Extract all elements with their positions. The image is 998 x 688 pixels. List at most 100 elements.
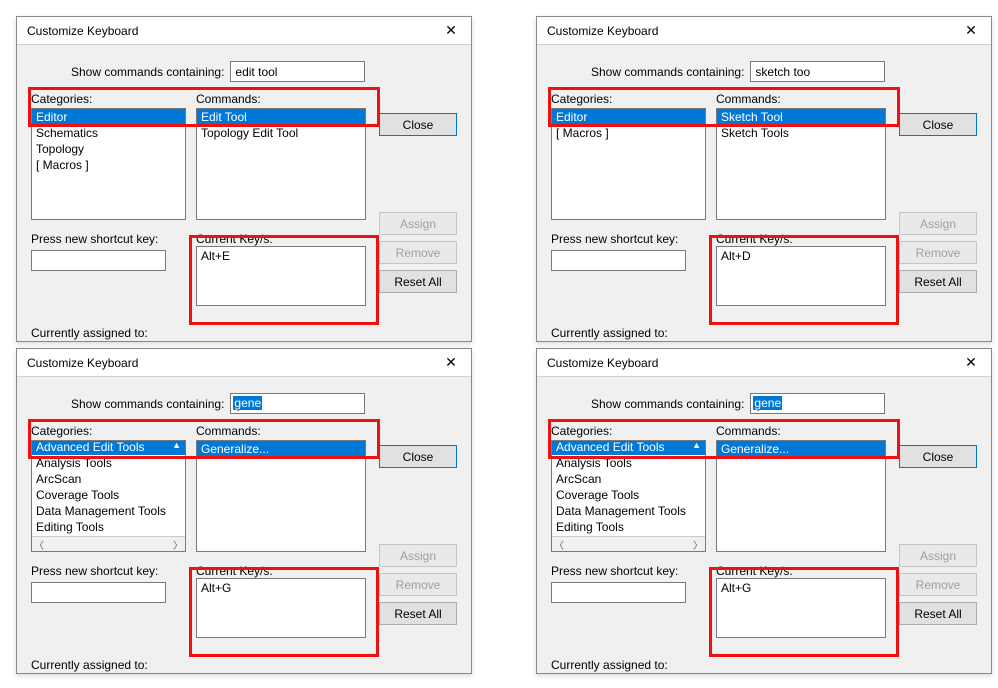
list-item[interactable]: Editor xyxy=(552,109,705,125)
close-icon[interactable]: ✕ xyxy=(951,17,991,45)
dialog-title: Customize Keyboard xyxy=(27,24,138,38)
list-item[interactable]: Schematics xyxy=(32,125,185,141)
list-item[interactable]: Coverage Tools xyxy=(32,487,185,503)
chevron-up-icon: ▲ xyxy=(172,440,181,454)
assign-button[interactable]: Assign xyxy=(379,544,457,567)
filter-input[interactable] xyxy=(230,61,365,82)
close-button[interactable]: Close xyxy=(379,113,457,136)
commands-label: Commands: xyxy=(716,424,886,438)
show-commands-label: Show commands containing: xyxy=(71,65,224,79)
list-item[interactable]: Analysis Tools xyxy=(32,455,185,471)
assigned-to-label: Currently assigned to: xyxy=(31,326,457,340)
list-item[interactable]: Topology xyxy=(32,141,185,157)
shortcut-input[interactable] xyxy=(551,582,686,603)
list-item[interactable]: Generalize... xyxy=(717,441,885,457)
assigned-to-label: Currently assigned to: xyxy=(551,658,977,672)
categories-label: Categories: xyxy=(31,92,186,106)
chevron-right-icon[interactable]: 〉 xyxy=(173,537,183,552)
dialog-title: Customize Keyboard xyxy=(547,356,658,370)
close-button[interactable]: Close xyxy=(379,445,457,468)
list-item[interactable]: Sketch Tools xyxy=(717,125,885,141)
commands-listbox[interactable]: Generalize... xyxy=(196,440,366,552)
shortcut-input[interactable] xyxy=(31,250,166,271)
chevron-left-icon[interactable]: 〈 xyxy=(554,537,564,552)
scrollbar[interactable]: 〈 〉 xyxy=(552,536,705,551)
list-item[interactable]: Editing Tools xyxy=(32,519,185,535)
commands-listbox[interactable]: Edit Tool Topology Edit Tool xyxy=(196,108,366,220)
close-icon[interactable]: ✕ xyxy=(951,349,991,377)
close-button[interactable]: Close xyxy=(899,445,977,468)
titlebar: Customize Keyboard ✕ xyxy=(17,17,471,45)
list-item[interactable]: Editor xyxy=(32,109,185,125)
list-item[interactable]: [ Macros ] xyxy=(552,125,705,141)
current-keys-label: Current Key/s: xyxy=(716,564,886,578)
reset-all-button[interactable]: Reset All xyxy=(379,270,457,293)
categories-listbox[interactable]: Advanced Edit Tools▲ Analysis Tools ArcS… xyxy=(31,440,186,552)
assigned-to-label: Currently assigned to: xyxy=(31,658,457,672)
remove-button[interactable]: Remove xyxy=(899,241,977,264)
current-keys-box[interactable]: Alt+G xyxy=(196,578,366,638)
shortcut-input[interactable] xyxy=(31,582,166,603)
close-button[interactable]: Close xyxy=(899,113,977,136)
list-item[interactable]: Analysis Tools xyxy=(552,455,705,471)
remove-button[interactable]: Remove xyxy=(379,573,457,596)
reset-all-button[interactable]: Reset All xyxy=(899,602,977,625)
remove-button[interactable]: Remove xyxy=(899,573,977,596)
filter-input[interactable] xyxy=(750,61,885,82)
reset-all-button[interactable]: Reset All xyxy=(379,602,457,625)
list-item[interactable]: ArcScan xyxy=(32,471,185,487)
categories-listbox[interactable]: Editor Schematics Topology [ Macros ] xyxy=(31,108,186,220)
current-keys-label: Current Key/s: xyxy=(196,232,366,246)
chevron-left-icon[interactable]: 〈 xyxy=(34,537,44,552)
list-item[interactable]: [ Macros ] xyxy=(32,157,185,173)
commands-label: Commands: xyxy=(196,424,366,438)
press-new-label: Press new shortcut key: xyxy=(31,564,186,578)
titlebar: Customize Keyboard ✕ xyxy=(17,349,471,377)
close-icon[interactable]: ✕ xyxy=(431,349,471,377)
show-commands-label: Show commands containing: xyxy=(591,397,744,411)
categories-label: Categories: xyxy=(551,424,706,438)
commands-listbox[interactable]: Generalize... xyxy=(716,440,886,552)
commands-label: Commands: xyxy=(716,92,886,106)
list-item[interactable]: Topology Edit Tool xyxy=(197,125,365,141)
list-item[interactable]: Advanced Edit Tools▲ xyxy=(552,440,705,455)
list-item[interactable]: Data Management Tools xyxy=(32,503,185,519)
current-keys-label: Current Key/s: xyxy=(196,564,366,578)
dialog-bottom-right: Customize Keyboard ✕ Show commands conta… xyxy=(536,348,992,674)
shortcut-input[interactable] xyxy=(551,250,686,271)
current-keys-box[interactable]: Alt+G xyxy=(716,578,886,638)
chevron-up-icon: ▲ xyxy=(692,440,701,454)
list-item[interactable]: Generalize... xyxy=(197,441,365,457)
show-commands-label: Show commands containing: xyxy=(591,65,744,79)
titlebar: Customize Keyboard ✕ xyxy=(537,17,991,45)
current-key-value: Alt+G xyxy=(201,581,231,595)
list-item[interactable]: Sketch Tool xyxy=(717,109,885,125)
current-keys-box[interactable]: Alt+E xyxy=(196,246,366,306)
list-item[interactable]: ArcScan xyxy=(552,471,705,487)
reset-all-button[interactable]: Reset All xyxy=(899,270,977,293)
categories-listbox[interactable]: Editor [ Macros ] xyxy=(551,108,706,220)
scrollbar[interactable]: 〈 〉 xyxy=(32,536,185,551)
list-item[interactable]: Edit Tool xyxy=(197,109,365,125)
titlebar: Customize Keyboard ✕ xyxy=(537,349,991,377)
categories-label: Categories: xyxy=(31,424,186,438)
commands-listbox[interactable]: Sketch Tool Sketch Tools xyxy=(716,108,886,220)
list-item[interactable]: Coverage Tools xyxy=(552,487,705,503)
list-item[interactable]: Editing Tools xyxy=(552,519,705,535)
categories-listbox[interactable]: Advanced Edit Tools▲ Analysis Tools ArcS… xyxy=(551,440,706,552)
press-new-label: Press new shortcut key: xyxy=(551,564,706,578)
filter-selection: gene xyxy=(753,396,782,410)
assign-button[interactable]: Assign xyxy=(899,544,977,567)
chevron-right-icon[interactable]: 〉 xyxy=(693,537,703,552)
dialog-title: Customize Keyboard xyxy=(27,356,138,370)
list-item[interactable]: Data Management Tools xyxy=(552,503,705,519)
current-keys-box[interactable]: Alt+D xyxy=(716,246,886,306)
close-icon[interactable]: ✕ xyxy=(431,17,471,45)
current-key-value: Alt+G xyxy=(721,581,751,595)
assign-button[interactable]: Assign xyxy=(379,212,457,235)
list-item[interactable]: Advanced Edit Tools▲ xyxy=(32,440,185,455)
commands-label: Commands: xyxy=(196,92,366,106)
remove-button[interactable]: Remove xyxy=(379,241,457,264)
assign-button[interactable]: Assign xyxy=(899,212,977,235)
dialog-title: Customize Keyboard xyxy=(547,24,658,38)
